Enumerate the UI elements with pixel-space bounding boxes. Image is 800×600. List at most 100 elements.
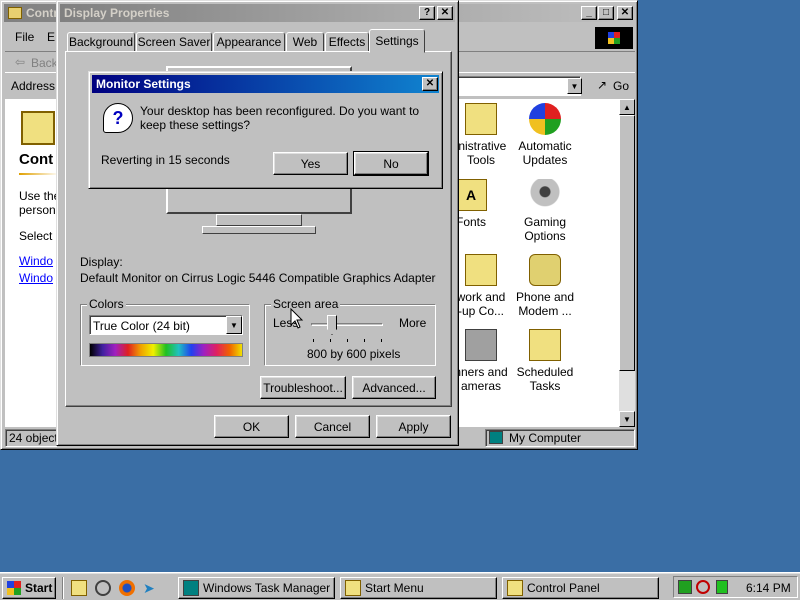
address-input[interactable] [457,76,581,96]
windows-link-2[interactable]: Windo [19,271,53,285]
display-properties-titlebar[interactable]: Display Properties [60,4,455,22]
network-icon [465,254,497,286]
scroll-thumb[interactable] [619,115,635,371]
scroll-down-button[interactable]: ▼ [619,411,635,427]
go-arrow-icon[interactable]: ↗ [597,78,607,92]
go-button[interactable]: Go [613,79,629,93]
tray-app-icon[interactable] [696,580,710,594]
maximize-button[interactable]: □ [598,6,614,20]
more-label: More [399,316,427,330]
status-object-count: 24 object( [9,431,62,445]
firefox-icon[interactable] [119,580,135,596]
phone-icon [529,254,561,286]
tab-screen-saver[interactable]: Screen Saver [136,32,212,52]
system-tray: 6:14 PM [673,576,798,598]
display-properties-title: Display Properties [64,6,170,20]
task-control-panel[interactable]: Control Panel [502,577,659,599]
folder-icon [8,7,22,19]
tray-status-icon[interactable] [716,580,728,594]
mouse-cursor-icon [290,308,304,329]
color-spectrum-bar [89,343,243,357]
fonts-icon: A [455,179,487,211]
no-button[interactable]: No [353,151,429,176]
display-properties-window: Display Properties ? ✕ Background Screen… [56,0,459,446]
task-manager-icon [183,580,199,596]
address-dropdown-button[interactable]: ▼ [567,78,582,94]
left-pane-heading: Cont [19,151,54,168]
show-desktop-icon[interactable] [71,580,87,596]
advanced-button[interactable]: Advanced... [352,376,436,399]
scanner-icon [465,329,497,361]
countdown-text: Reverting in 15 seconds [101,153,230,167]
ok-button[interactable]: OK [214,415,289,438]
colors-group: Colors True Color (24 bit) ▼ [80,297,250,366]
phone-modem-item[interactable]: Phone and Modem ... [509,254,581,318]
monitor-settings-dialog: Monitor Settings ✕ ? Your desktop has be… [88,71,443,189]
resolution-slider-track[interactable] [311,323,383,326]
menu-file[interactable]: File [15,30,34,44]
windows-flag-icon [7,581,21,595]
question-icon: ? [103,103,133,133]
chevron-down-icon[interactable]: ▼ [226,316,242,334]
start-button[interactable]: Start [2,577,56,599]
network-tray-icon[interactable] [678,580,692,594]
monitor-base [202,226,316,234]
gaming-options-item[interactable]: Gaming Options [509,179,581,243]
quick-launch: ➤ [62,577,170,599]
windows-link-1[interactable]: Windo [19,254,53,268]
administrative-tools-icon [465,103,497,135]
back-button-label[interactable]: Back [31,56,58,70]
colors-select[interactable]: True Color (24 bit) ▼ [89,315,243,335]
resolution-value: 800 by 600 pixels [307,347,401,361]
search-icon[interactable] [95,580,111,596]
close-button[interactable]: ✕ [437,6,453,20]
left-pane-desc-1: Use the [19,189,61,203]
address-label: Address [11,79,56,93]
display-adapter-value: Default Monitor on Cirrus Logic 5446 Com… [80,271,436,285]
yes-button[interactable]: Yes [273,152,348,175]
monitor-settings-titlebar[interactable]: Monitor Settings [92,75,439,93]
close-button[interactable]: ✕ [617,6,633,20]
troubleshoot-button[interactable]: Troubleshoot... [260,376,346,399]
cancel-button[interactable]: Cancel [295,415,370,438]
control-panel-large-icon [21,111,55,145]
icon-pane: inistrative Tools Automatic Updates A Fo… [454,99,619,427]
tab-appearance[interactable]: Appearance [213,32,285,52]
help-button[interactable]: ? [419,6,435,20]
tab-effects[interactable]: Effects [325,32,369,52]
taskbar: Start ➤ Windows Task Manager Start Menu … [0,572,800,600]
scheduled-tasks-icon [529,329,561,361]
monitor-settings-title: Monitor Settings [96,77,191,91]
resolution-slider-thumb[interactable] [327,315,337,335]
monitor-stand [216,214,302,226]
dialog-message: Your desktop has been reconfigured. Do y… [140,104,420,132]
tab-background[interactable]: Background [67,32,135,52]
task-start-menu[interactable]: Start Menu [340,577,497,599]
tab-web[interactable]: Web [286,32,324,52]
tab-strip: Background Screen Saver Appearance Web E… [65,29,455,53]
task-windows-task-manager[interactable]: Windows Task Manager [178,577,335,599]
control-panel-icon [507,580,523,596]
automatic-updates-icon [529,103,561,135]
display-label: Display: [80,255,123,269]
scheduled-tasks-item[interactable]: Scheduled Tasks [509,329,581,393]
scroll-up-button[interactable]: ▲ [619,99,635,115]
tab-settings[interactable]: Settings [369,29,425,53]
vertical-scrollbar[interactable]: ▲ ▼ [619,99,635,427]
menu-edit[interactable]: E [47,30,55,44]
minimize-button[interactable]: _ [581,6,597,20]
status-location: My Computer [509,431,582,445]
slider-ticks [313,339,383,342]
media-icon[interactable]: ➤ [143,580,159,596]
automatic-updates-item[interactable]: Automatic Updates [509,103,581,167]
screen-area-label: Screen area [271,297,341,311]
folder-icon [345,580,361,596]
colors-label: Colors [87,297,126,311]
back-arrow-icon[interactable]: ⇦ [15,55,25,69]
computer-icon [489,431,503,444]
close-button[interactable]: ✕ [422,77,438,91]
clock[interactable]: 6:14 PM [746,581,791,595]
apply-button[interactable]: Apply [376,415,451,438]
joystick-icon [529,179,561,211]
windows-logo [595,27,633,49]
